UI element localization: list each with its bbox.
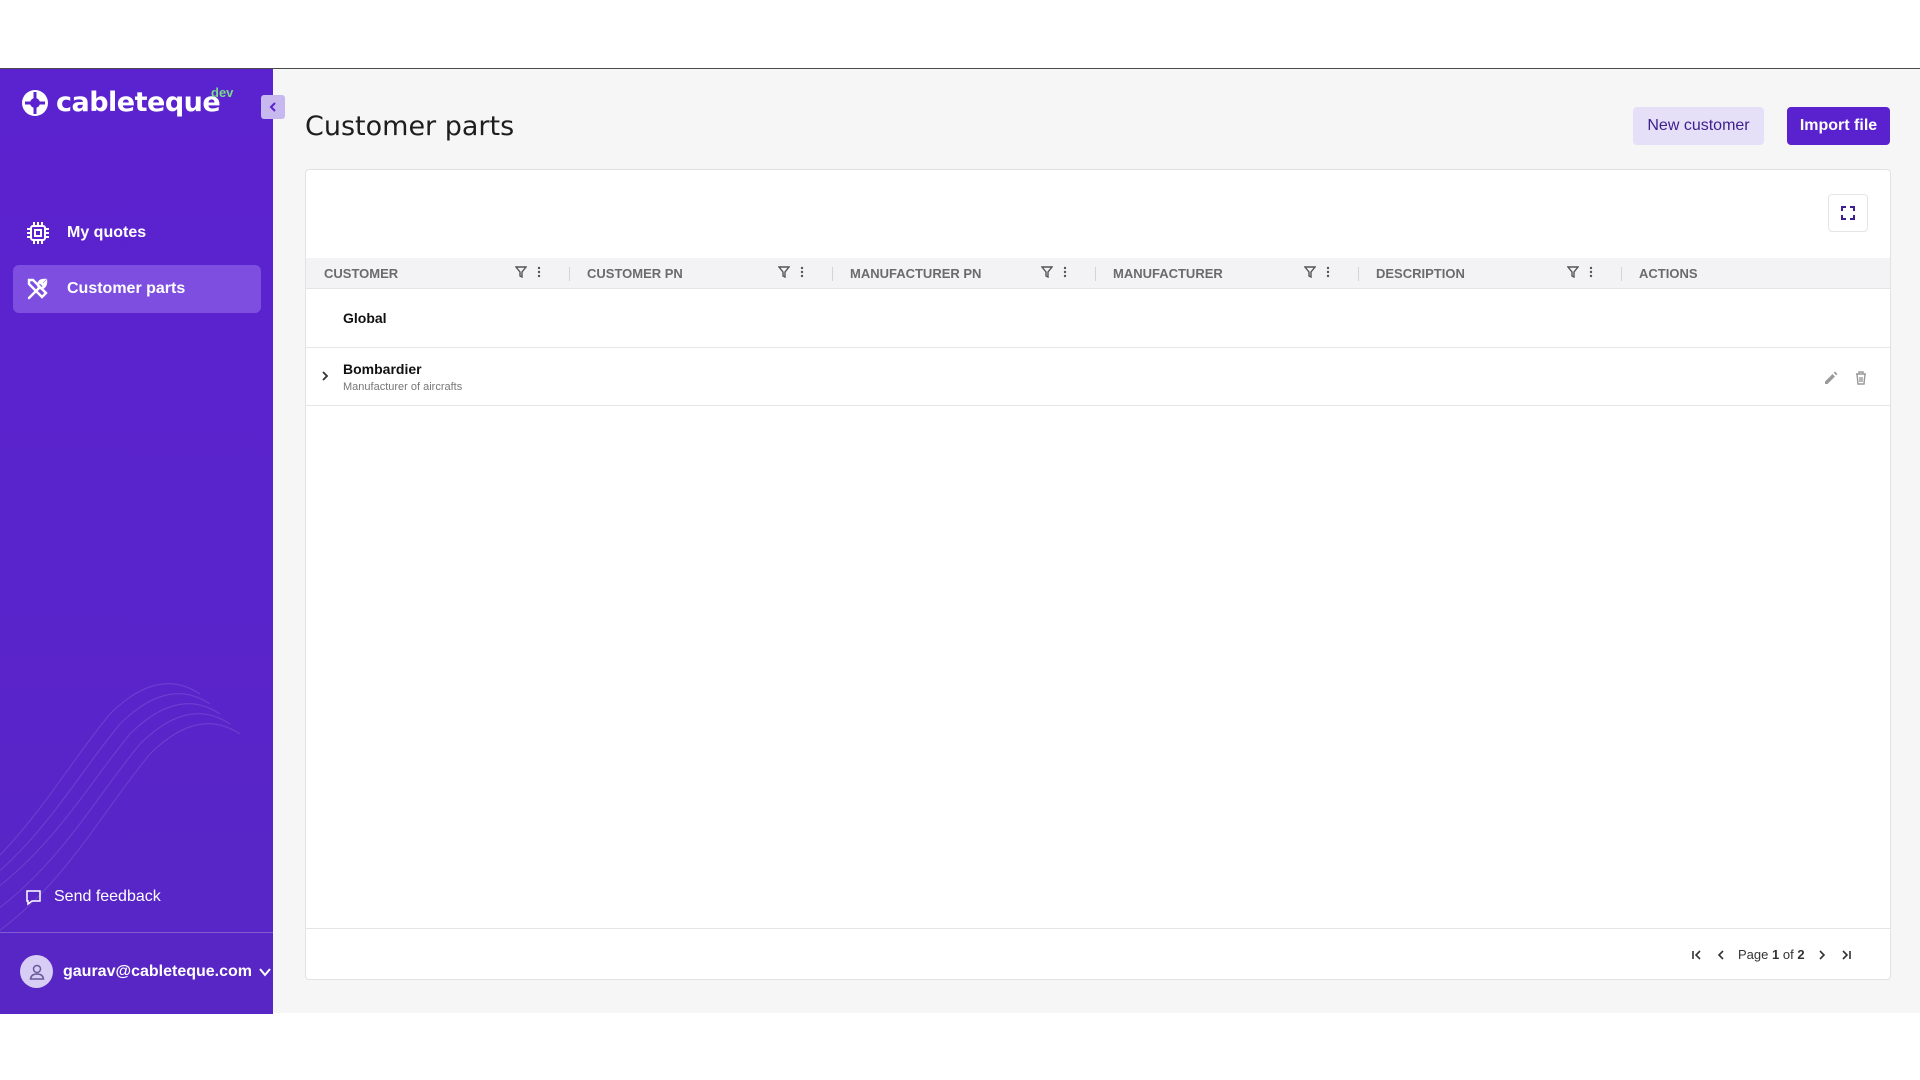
- more-vertical-icon[interactable]: [800, 266, 804, 278]
- column-tools-description: [1567, 266, 1593, 278]
- environment-badge: dev: [211, 85, 234, 100]
- main-content: Customer parts New customer Import file …: [273, 69, 1920, 1014]
- more-vertical-icon[interactable]: [537, 266, 541, 278]
- column-header-manufacturer-pn[interactable]: MANUFACTURER PN: [850, 258, 981, 289]
- comment-icon: [26, 889, 41, 905]
- filter-icon[interactable]: [515, 266, 527, 278]
- chevron-down-icon[interactable]: [258, 965, 272, 979]
- more-vertical-icon[interactable]: [1063, 266, 1067, 278]
- pagination: Page 1 of 2: [1690, 947, 1853, 962]
- page-title: Customer parts: [305, 111, 515, 142]
- sidebar-nav: My quotes Customer parts: [13, 209, 261, 321]
- next-page-icon[interactable]: [1815, 948, 1829, 962]
- app-shell: cableteque dev My quotes Customer parts: [0, 68, 1920, 1014]
- sidebar-item-label: Customer parts: [67, 280, 186, 297]
- more-vertical-icon[interactable]: [1589, 266, 1593, 278]
- customer-parts-table-card: CUSTOMER CUSTOMER PN MANUFACTURER PN MAN…: [305, 169, 1891, 980]
- of-label: of: [1782, 947, 1794, 962]
- row-customer-name: Bombardier: [343, 361, 422, 377]
- column-divider: [569, 267, 570, 281]
- column-tools-customer: [515, 266, 541, 278]
- current-page: 1: [1772, 947, 1780, 962]
- column-tools-manufacturer-pn: [1041, 266, 1067, 278]
- column-header-customer[interactable]: CUSTOMER: [324, 258, 398, 289]
- column-divider: [1621, 267, 1622, 281]
- send-feedback-label: Send feedback: [54, 888, 161, 905]
- filter-icon[interactable]: [1567, 266, 1579, 278]
- row-customer-name: Global: [343, 310, 387, 326]
- column-divider: [1358, 267, 1359, 281]
- column-header-manufacturer[interactable]: MANUFACTURER: [1113, 258, 1223, 289]
- last-page-icon[interactable]: [1839, 948, 1853, 962]
- filter-icon[interactable]: [1304, 266, 1316, 278]
- chevron-right-icon[interactable]: [319, 370, 331, 382]
- more-vertical-icon[interactable]: [1326, 266, 1330, 278]
- sidebar-item-label: My quotes: [67, 224, 147, 241]
- avatar: [20, 955, 53, 988]
- user-email: gaurav@cableteque.com: [63, 962, 252, 980]
- row-customer-description: Manufacturer of aircrafts: [343, 381, 463, 393]
- sidebar-item-customer-parts[interactable]: Customer parts: [13, 265, 261, 313]
- brand-logo[interactable]: cableteque: [20, 87, 221, 118]
- expand-icon: [1841, 206, 1855, 220]
- chip-icon: [27, 222, 49, 244]
- trash-icon[interactable]: [1853, 370, 1869, 386]
- import-file-button[interactable]: Import file: [1787, 107, 1890, 145]
- pagination-status: Page 1 of 2: [1738, 947, 1805, 962]
- table-footer-divider: [306, 928, 1890, 929]
- row-actions: [1823, 370, 1869, 386]
- new-customer-button[interactable]: New customer: [1633, 107, 1764, 145]
- fullscreen-button[interactable]: [1828, 194, 1868, 232]
- column-header-description[interactable]: DESCRIPTION: [1376, 258, 1465, 289]
- table-row[interactable]: Global: [306, 290, 1890, 348]
- collapse-sidebar-button[interactable]: [261, 95, 285, 119]
- column-tools-customer-pn: [778, 266, 804, 278]
- sidebar-wave-decoration: [0, 683, 241, 931]
- filter-icon[interactable]: [1041, 266, 1053, 278]
- send-feedback-link[interactable]: Send feedback: [25, 888, 161, 906]
- total-pages: 2: [1797, 947, 1805, 962]
- sidebar-item-my-quotes[interactable]: My quotes: [13, 209, 261, 257]
- column-header-customer-pn[interactable]: CUSTOMER PN: [587, 258, 683, 289]
- column-header-actions: ACTIONS: [1639, 266, 1698, 281]
- globe-plug-icon: [22, 89, 48, 116]
- first-page-icon[interactable]: [1690, 948, 1704, 962]
- sidebar-divider: [0, 932, 273, 933]
- edit-icon[interactable]: [1823, 370, 1839, 386]
- sidebar: cableteque dev My quotes Customer parts: [0, 69, 273, 1014]
- previous-page-icon[interactable]: [1714, 948, 1728, 962]
- chevron-left-icon: [269, 102, 276, 112]
- column-tools-manufacturer: [1304, 266, 1330, 278]
- user-menu[interactable]: gaurav@cableteque.com: [20, 955, 252, 988]
- table-header: CUSTOMER CUSTOMER PN MANUFACTURER PN MAN…: [306, 258, 1890, 289]
- table-row[interactable]: Bombardier Manufacturer of aircrafts: [306, 348, 1890, 406]
- brand-name: cableteque: [56, 87, 221, 118]
- page-label: Page: [1738, 947, 1769, 962]
- tools-icon: [27, 278, 48, 300]
- column-divider: [832, 267, 833, 281]
- column-divider: [1095, 267, 1096, 281]
- filter-icon[interactable]: [778, 266, 790, 278]
- user-icon: [29, 964, 44, 980]
